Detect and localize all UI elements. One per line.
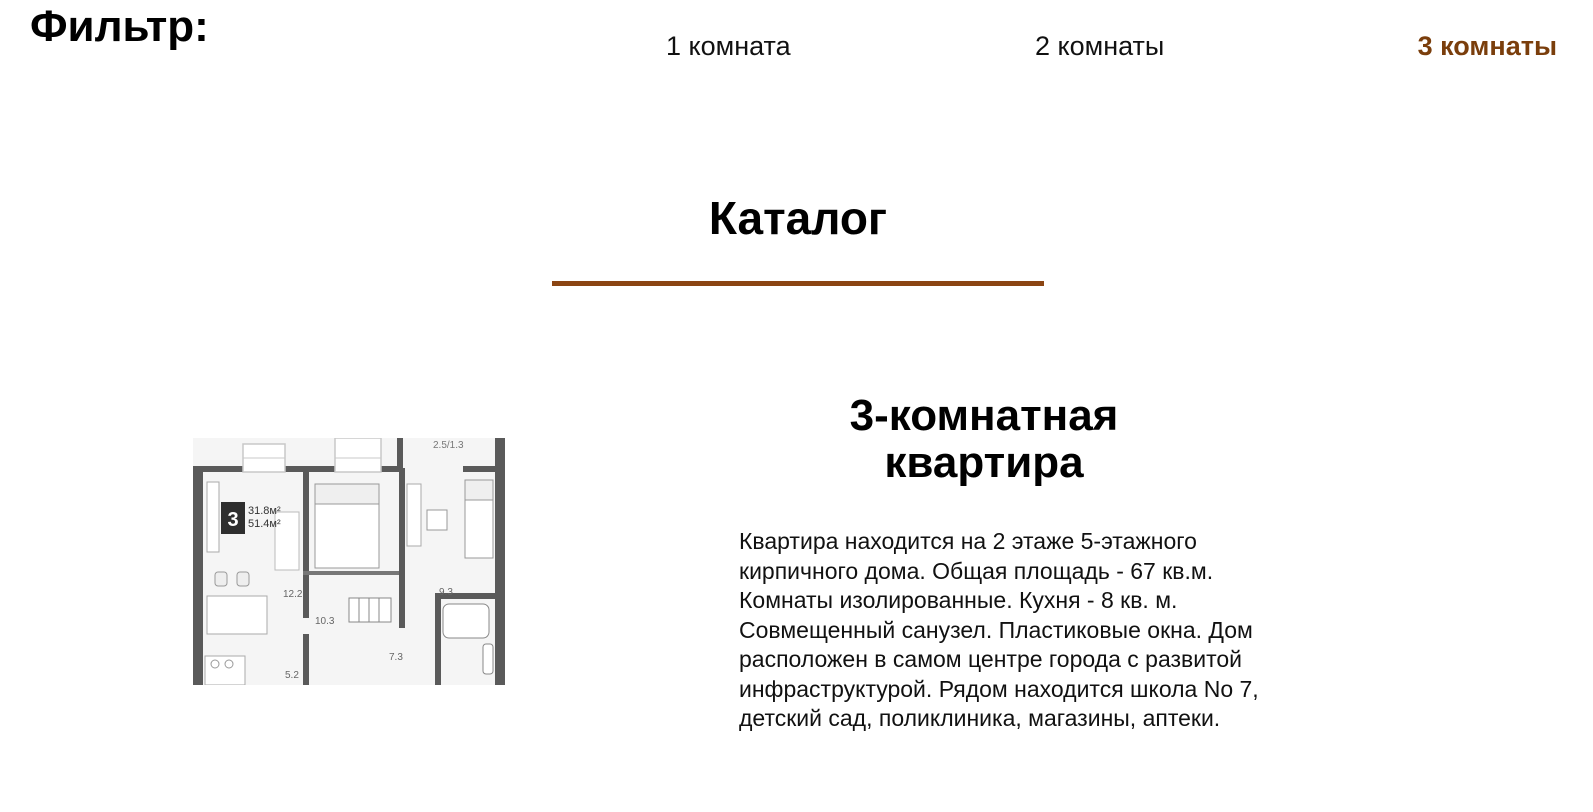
plan-rooms-badge: 3 — [227, 509, 238, 531]
plan-label-bedroom: 10.3 — [315, 616, 335, 627]
plan-area-living: 31.8м² — [248, 505, 281, 517]
plan-label-balcony: 2.5/1.3 — [433, 440, 464, 451]
floor-plan-image[interactable]: 3 31.8м² 51.4м² 2.5/1.3 12.2 10.3 9.3 7.… — [193, 438, 505, 685]
plan-label-room: 9.3 — [439, 587, 453, 598]
apartment-description: Квартира находится на 2 этаже 5-этажного… — [739, 528, 1259, 731]
catalog-divider — [552, 281, 1044, 286]
apartment-title: 3-комнатная квартира — [849, 391, 1119, 487]
filter-option-3-rooms[interactable]: 3 комнаты — [1418, 28, 1557, 64]
plan-label-hall: 7.3 — [389, 652, 403, 663]
filter-option-1-room[interactable]: 1 комната — [666, 28, 791, 64]
catalog-title: Каталог — [708, 192, 888, 244]
plan-label-kitchen: 5.2 — [285, 670, 299, 681]
filter-title: Фильтр: — [30, 2, 209, 51]
filter-option-2-rooms[interactable]: 2 комнаты — [1035, 28, 1164, 64]
plan-area-total: 51.4м² — [248, 518, 281, 530]
floor-plan-drawing: 3 31.8м² 51.4м² 2.5/1.3 12.2 10.3 9.3 7.… — [193, 438, 505, 685]
plan-label-living: 12.2 — [283, 589, 303, 600]
